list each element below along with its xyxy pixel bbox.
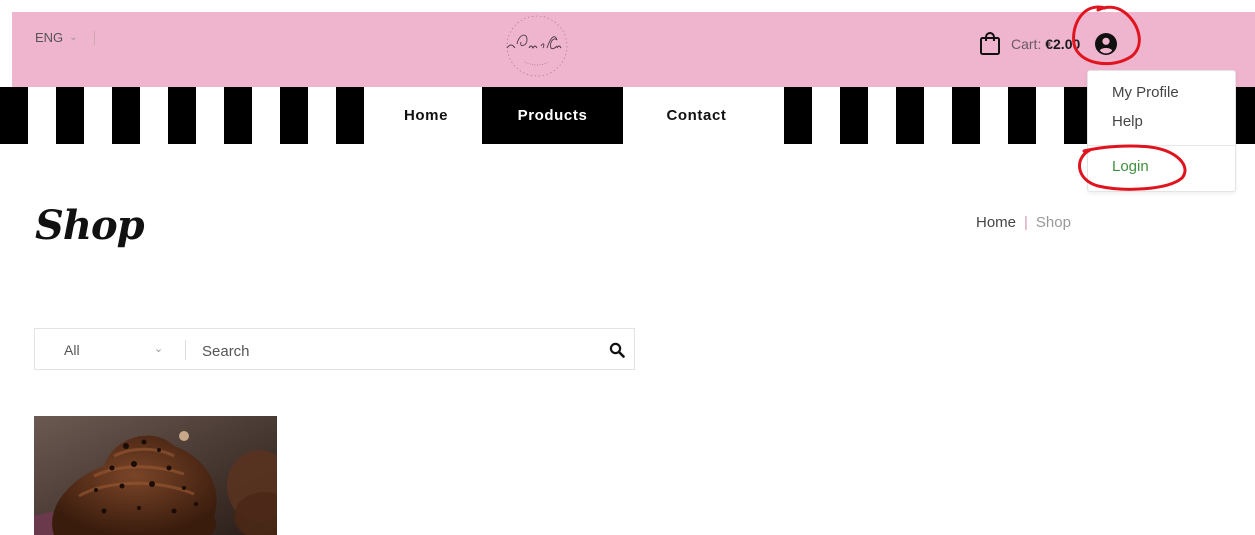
user-icon-highlight-circle xyxy=(1072,5,1141,66)
search-icon[interactable] xyxy=(609,342,625,358)
divider xyxy=(185,340,186,360)
page-title: Shop xyxy=(35,202,145,249)
breadcrumb-current: Shop xyxy=(1035,214,1071,231)
breadcrumb-separator: | xyxy=(1024,214,1028,231)
breadcrumb-home[interactable]: Home xyxy=(976,214,1016,231)
breadcrumb: Home | Shop xyxy=(976,214,1071,231)
product-image-chocolate-cupcake[interactable] xyxy=(34,416,277,535)
chevron-down-icon[interactable]: ⌄ xyxy=(154,342,163,355)
search-input[interactable] xyxy=(200,337,594,365)
product-search-bar: All ⌄ xyxy=(34,328,635,370)
login-highlight-ellipse xyxy=(1078,144,1187,191)
category-select[interactable]: All xyxy=(64,342,80,358)
